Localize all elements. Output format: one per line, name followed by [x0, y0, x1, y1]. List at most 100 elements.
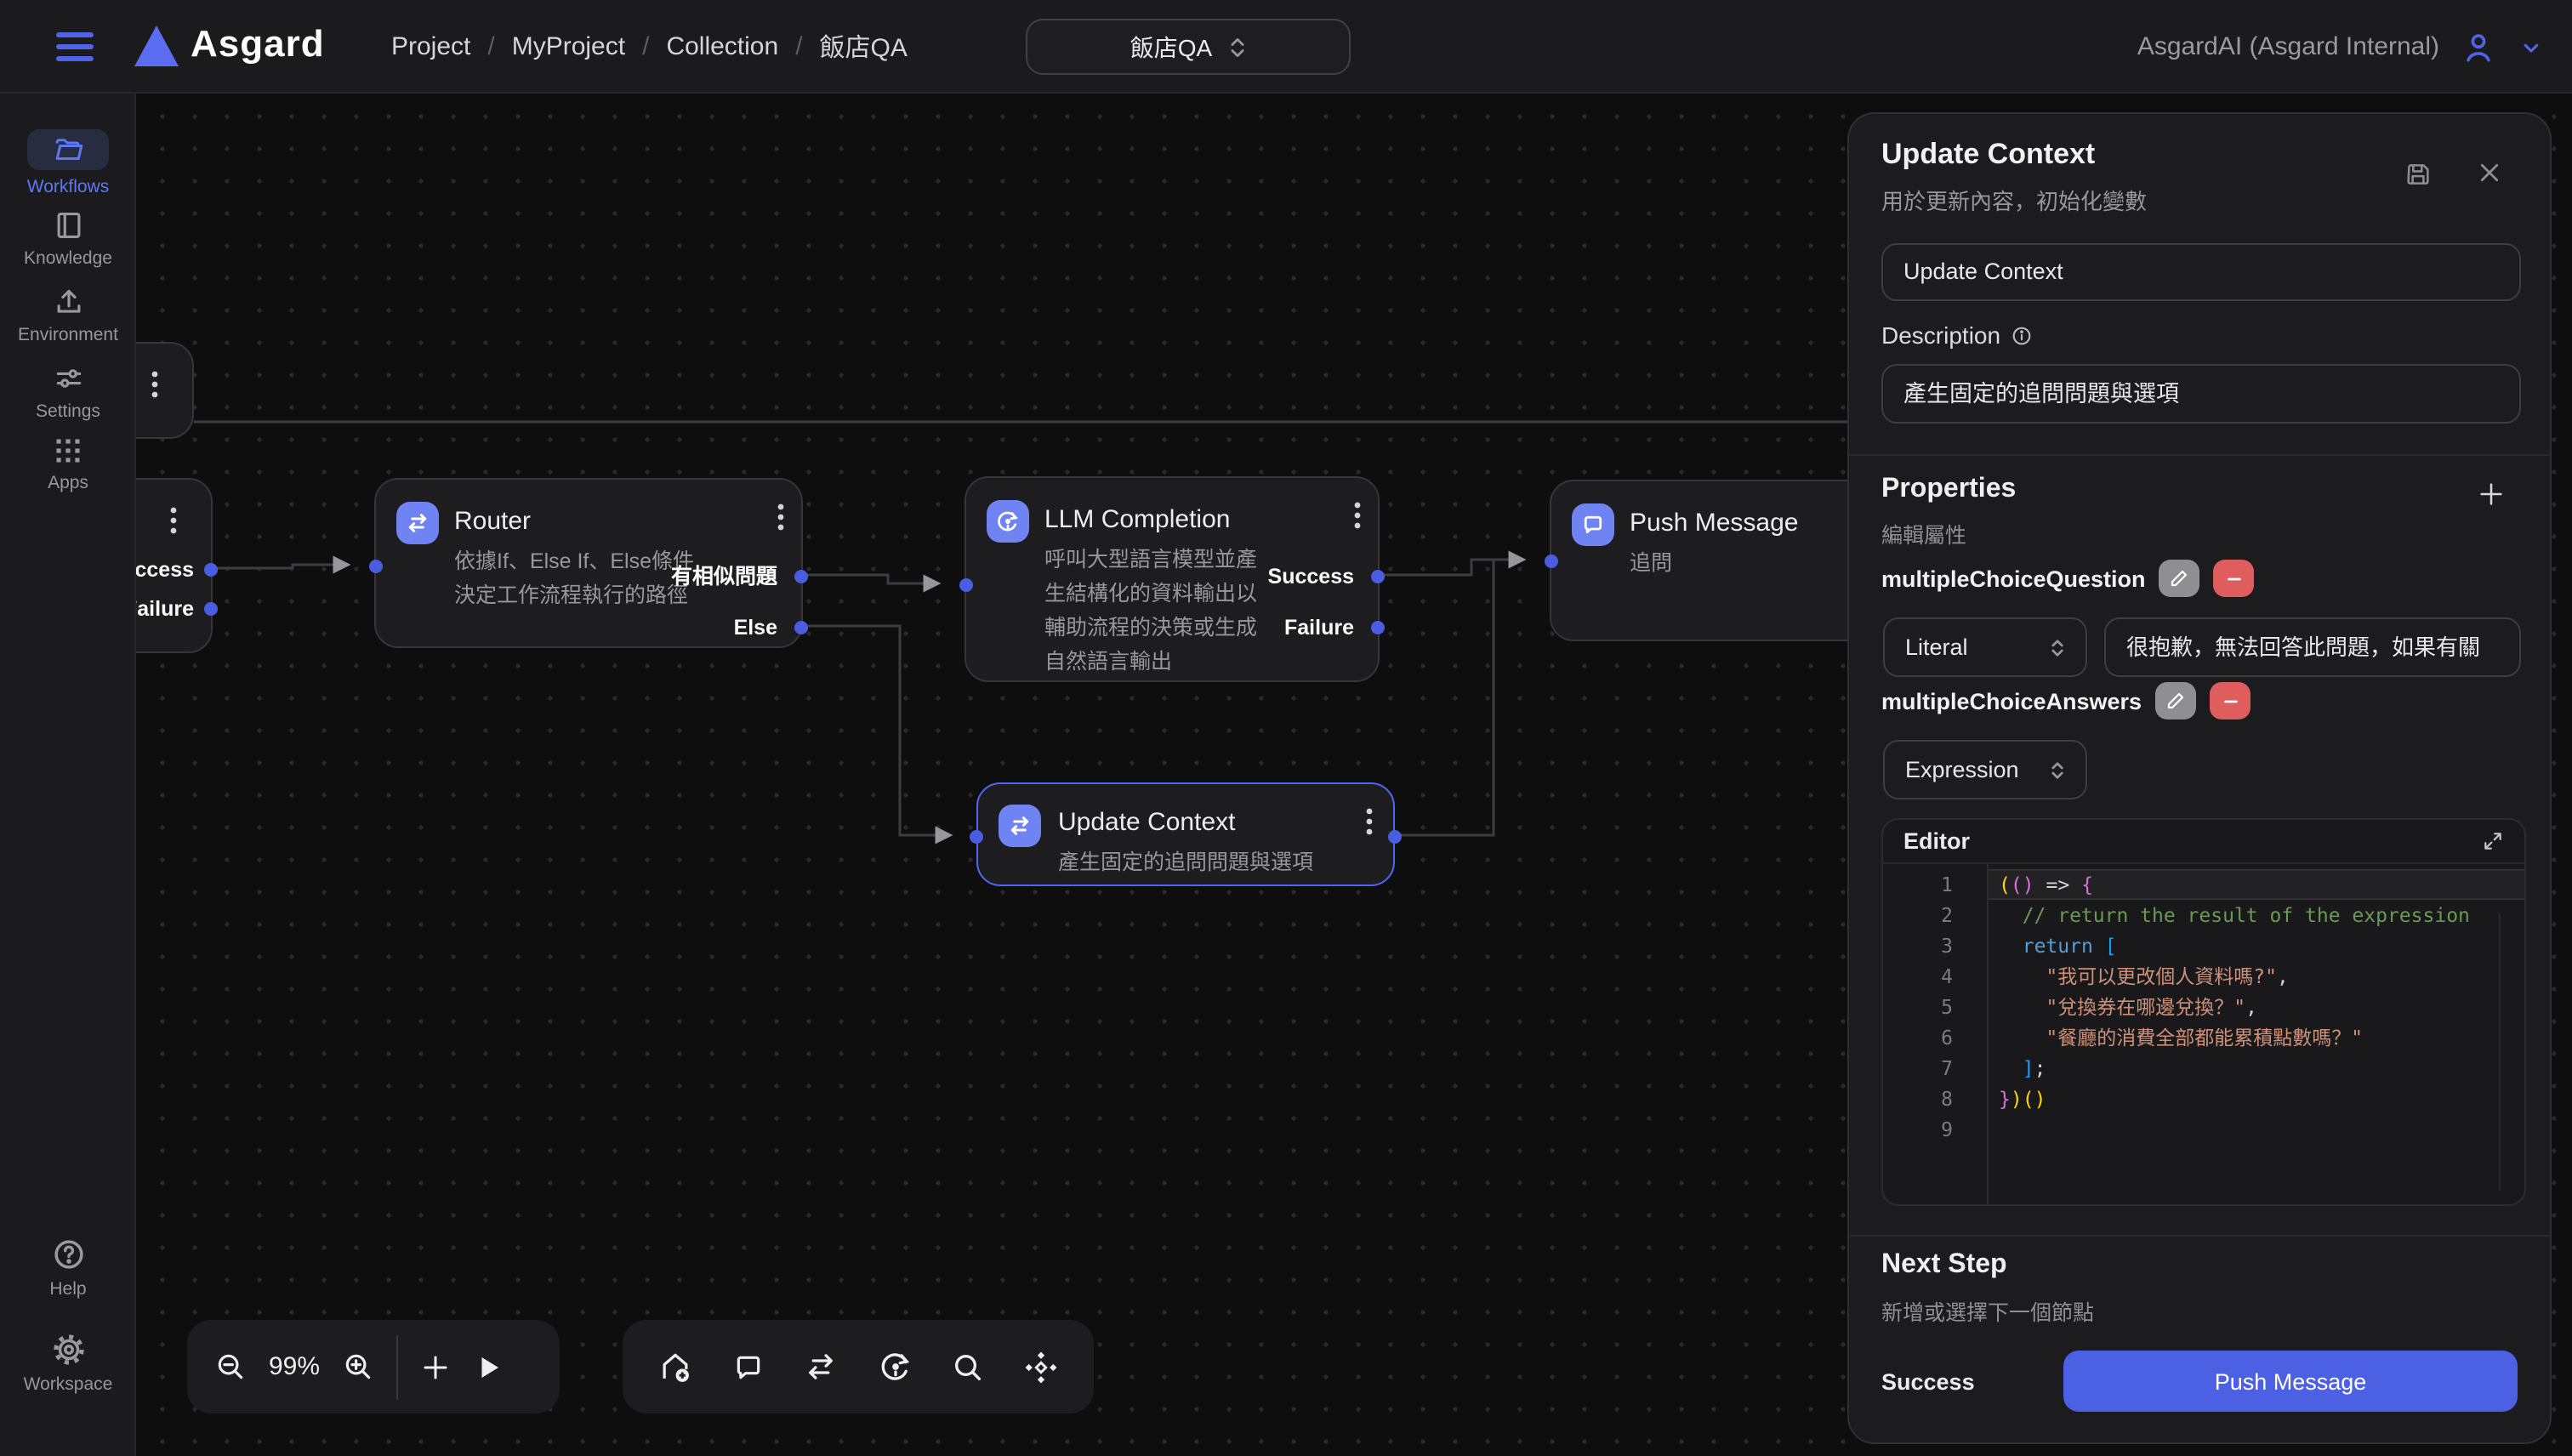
hamburger-menu-icon[interactable] [56, 32, 94, 61]
chevron-updown-icon [1227, 35, 1246, 59]
editor-scrollbar[interactable] [2499, 913, 2501, 1191]
breadcrumb-item[interactable]: Collection [666, 32, 778, 61]
close-icon[interactable] [2477, 160, 2502, 189]
code-editor[interactable]: 123456789 (() => { // return the result … [1883, 864, 2524, 1204]
sidebar-item-settings[interactable]: Settings [0, 362, 136, 422]
output-label: Success [136, 556, 194, 583]
expand-icon[interactable] [2482, 830, 2504, 852]
breadcrumb-item[interactable]: Project [391, 32, 470, 61]
breadcrumb: Project / MyProject / Collection / 飯店QA [391, 0, 908, 94]
edit-property-button[interactable] [2159, 560, 2200, 597]
output-port[interactable] [204, 563, 218, 577]
run-workflow-icon[interactable] [473, 1351, 504, 1382]
output-port[interactable] [204, 602, 218, 616]
input-port[interactable] [970, 830, 983, 844]
workflow-select[interactable]: 飯店QA [1026, 19, 1351, 75]
output-port[interactable] [1371, 621, 1385, 634]
output-port[interactable] [1388, 830, 1402, 844]
sidebar-item-workspace[interactable]: Workspace [0, 1332, 136, 1395]
node-router[interactable]: Router 依據If、Else If、Else條件決定工作流程執行的路徑 有相… [374, 478, 803, 648]
help-icon [50, 1237, 86, 1272]
zoom-level: 99% [269, 1352, 320, 1381]
kebab-menu-icon[interactable] [151, 371, 158, 398]
save-icon[interactable] [2404, 160, 2433, 189]
active-tile [27, 129, 109, 170]
property-value-input[interactable]: 很抱歉，無法回答此問題，如果有關 [2104, 617, 2521, 677]
output-label: 有相似問題 [671, 563, 777, 590]
upload-icon [52, 286, 84, 318]
output-port[interactable] [794, 570, 808, 583]
chevron-updown-icon [2050, 637, 2065, 657]
add-node-icon[interactable] [420, 1351, 451, 1382]
chat-bubble-icon [1572, 503, 1614, 546]
node-llm-completion[interactable]: LLM Completion 呼叫大型語言模型並產生結構化的資料輸出以輔助流程的… [964, 476, 1380, 682]
zoom-in-icon[interactable] [342, 1351, 374, 1383]
kebab-menu-icon[interactable] [1366, 808, 1373, 835]
output-port[interactable] [794, 621, 808, 634]
node-description-input[interactable]: 產生固定的追問問題與選項 [1881, 364, 2521, 424]
kebab-menu-icon[interactable] [170, 507, 177, 534]
properties-heading: Properties [1881, 475, 2016, 505]
add-property-icon[interactable] [2477, 480, 2506, 509]
code-line[interactable]: "餐廳的消費全部都能累積點數嗎？" [1989, 1022, 2524, 1053]
edge-llm-to-push[interactable] [1380, 560, 1522, 575]
output-label: Failure [136, 595, 194, 623]
user-icon[interactable] [2460, 28, 2497, 65]
edge-success-to-router[interactable] [213, 565, 347, 568]
app-root: Success Failure Router 依據If、Else If、Else… [0, 0, 2572, 1456]
edge-router-to-llm[interactable] [803, 575, 937, 583]
next-step-heading: Next Step [1881, 1250, 2007, 1281]
edge-else-to-updatecontext[interactable] [803, 626, 949, 835]
code-line[interactable]: ]; [1989, 1053, 2524, 1083]
breadcrumb-item[interactable]: MyProject [512, 32, 625, 61]
output-port[interactable] [1371, 570, 1385, 583]
sidebar: Workflows Knowledge Environment Settings… [0, 94, 136, 1456]
code-line[interactable]: (() => { [1989, 869, 2524, 900]
code-line[interactable]: // return the result of the expression [1989, 900, 2524, 930]
node-update-context[interactable]: Update Context 產生固定的追問問題與選項 [976, 782, 1395, 886]
kebab-menu-icon[interactable] [777, 503, 784, 531]
move-tool-icon[interactable] [1022, 1348, 1060, 1385]
code-line[interactable]: return [ [1989, 930, 2524, 961]
node-name-input[interactable]: Update Context [1881, 243, 2521, 301]
panel-divider [1849, 454, 2550, 456]
next-step-node-button[interactable]: Push Message [2063, 1351, 2518, 1412]
chevron-down-icon[interactable] [2518, 33, 2545, 60]
code-line[interactable] [1989, 1114, 2524, 1145]
property-type-select[interactable]: Literal [1883, 617, 2087, 677]
router-tool-icon[interactable] [804, 1349, 839, 1385]
property-type-select[interactable]: Expression [1883, 740, 2087, 799]
sidebar-item-knowledge[interactable]: Knowledge [0, 209, 136, 269]
input-port[interactable] [1545, 555, 1558, 568]
edit-property-button[interactable] [2155, 682, 2196, 719]
push-message-tool-icon[interactable] [731, 1350, 765, 1384]
zoom-out-icon[interactable] [214, 1351, 247, 1383]
breadcrumb-separator: / [642, 32, 649, 61]
llm-tool-icon[interactable] [877, 1349, 913, 1385]
sidebar-item-apps[interactable]: Apps [0, 435, 136, 493]
kebab-menu-icon[interactable] [1354, 502, 1361, 529]
remove-property-button[interactable] [2214, 560, 2255, 597]
add-home-node-icon[interactable] [657, 1348, 694, 1385]
sidebar-item-label: Environment [18, 325, 118, 345]
remove-property-button[interactable] [2210, 682, 2250, 719]
sidebar-item-environment[interactable]: Environment [0, 286, 136, 345]
node-description: 產生固定的追問問題與選項 [1058, 845, 1313, 879]
code-line[interactable]: "兌換券在哪邊兌換？", [1989, 992, 2524, 1022]
edge-updatecontext-to-push[interactable] [1395, 560, 1494, 835]
node-partial-top[interactable] [136, 342, 194, 439]
next-step-row: Success Push Message [1881, 1351, 2518, 1412]
code-line[interactable]: "我可以更改個人資料嗎?", [1989, 961, 2524, 992]
search-tool-icon[interactable] [951, 1350, 985, 1384]
output-label: Failure [1284, 614, 1354, 641]
code-line[interactable]: })() [1989, 1083, 2524, 1114]
account-label: AsgardAI (Asgard Internal) [2137, 32, 2439, 61]
node-partial-left[interactable]: Success Failure [136, 478, 213, 653]
breadcrumb-item[interactable]: 飯店QA [820, 29, 908, 65]
info-icon[interactable] [2011, 324, 2033, 346]
input-port[interactable] [369, 560, 383, 573]
sidebar-item-workflows[interactable]: Workflows [0, 129, 136, 197]
input-port[interactable] [959, 578, 973, 592]
sidebar-item-label: Knowledge [24, 248, 112, 269]
sidebar-item-help[interactable]: Help [0, 1237, 136, 1300]
